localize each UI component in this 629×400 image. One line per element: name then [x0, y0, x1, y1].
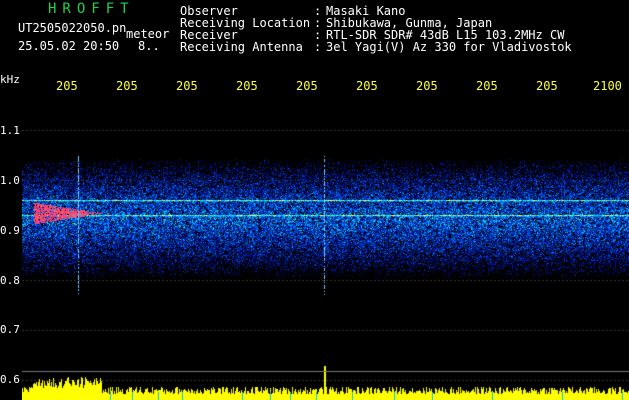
time-tick-label: 205	[536, 80, 558, 92]
frequency-unit-label: kHz	[0, 73, 20, 86]
time-tick-label: 205	[416, 80, 438, 92]
echo-count: 8..	[138, 39, 160, 53]
time-tick-label: 205	[176, 80, 198, 92]
y-tick-label: 0.8	[0, 274, 20, 287]
y-tick-label: 1.0	[0, 174, 20, 187]
time-tick-label: 2100	[593, 80, 622, 92]
y-tick-label: 0.7	[0, 323, 20, 336]
header-value-antenna: 3el Yagi(V) Az 330 for Vladivostok	[326, 40, 572, 54]
header-label-antenna: Receiving Antenna	[180, 40, 303, 54]
app-title: HROFFT	[48, 1, 135, 17]
datetime-stamp: 25.05.02 20:50	[18, 39, 120, 53]
file-name: UT2505022050.pn	[18, 21, 127, 35]
time-tick-label: 205	[476, 80, 498, 92]
time-tick-label: 205	[296, 80, 318, 92]
time-tick-label: 205	[56, 80, 78, 92]
time-tick-label: 205	[116, 80, 138, 92]
y-tick-label: 0.6	[0, 373, 20, 386]
y-tick-label: 0.9	[0, 224, 20, 237]
y-tick-label: 1.1	[0, 124, 20, 137]
header-colon: :	[314, 40, 322, 54]
time-tick-label: 205	[236, 80, 258, 92]
time-tick-label: 205	[356, 80, 378, 92]
spectrogram	[22, 96, 629, 400]
